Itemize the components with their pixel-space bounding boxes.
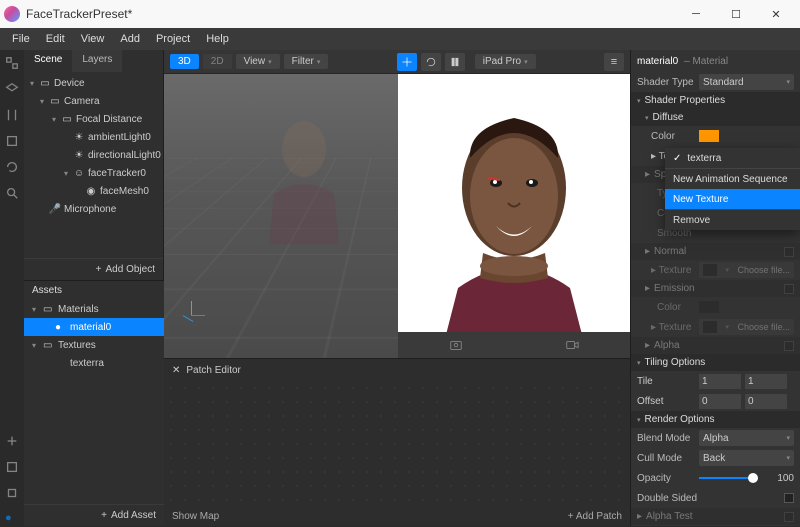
viewport-toolbar: 3D 2D View▾ Filter▾ iPad Pro▾ ≡	[164, 50, 630, 74]
section-emission[interactable]: ▸Emission	[631, 280, 800, 297]
assets-panel: Assets ▾▭Materials●material0▾▭Textureste…	[24, 280, 164, 526]
offset-y-input[interactable]	[745, 394, 787, 409]
window-title: FaceTrackerPreset*	[26, 7, 676, 21]
section-alpha-test[interactable]: ▸Alpha Test	[631, 508, 800, 525]
menu-item-texterra[interactable]: texterra	[665, 148, 800, 168]
asset-row[interactable]: texterra	[24, 354, 164, 372]
opacity-slider[interactable]: 100	[699, 473, 794, 484]
move-tool-icon[interactable]	[397, 53, 417, 71]
assets-header: Assets	[24, 281, 164, 300]
viewport-3d[interactable]	[164, 74, 630, 358]
scene-tree: ▾▭Device▾▭Camera▾▭Focal Distance☀ambient…	[24, 72, 163, 258]
patch-canvas[interactable]	[164, 381, 630, 505]
add-patch-button[interactable]: + Add Patch	[568, 511, 622, 522]
tree-row[interactable]: ▾☺faceTracker0	[24, 164, 163, 182]
export-icon[interactable]	[5, 460, 19, 474]
section-alpha[interactable]: ▸Alpha	[631, 337, 800, 354]
sliders-icon[interactable]	[5, 108, 19, 122]
record-icon[interactable]	[565, 338, 579, 352]
patch-title: Patch Editor	[186, 365, 240, 376]
tree-row[interactable]: ▾▭Device	[24, 74, 163, 92]
viewport-menu-icon[interactable]: ≡	[604, 53, 624, 71]
asset-row[interactable]: ●material0	[24, 318, 164, 336]
menu-add[interactable]: Add	[112, 33, 148, 45]
app-logo-icon	[4, 6, 20, 22]
mode-3d-button[interactable]: 3D	[170, 54, 199, 69]
close-button[interactable]: ✕	[756, 0, 796, 28]
tab-scene[interactable]: Scene	[24, 50, 72, 72]
notify-icon[interactable]: ●	[5, 512, 19, 526]
center-area: 3D 2D View▾ Filter▾ iPad Pro▾ ≡	[164, 50, 630, 526]
titlebar: FaceTrackerPreset* ─ ☐ ✕	[0, 0, 800, 28]
layers-icon[interactable]	[5, 82, 19, 96]
tab-layers[interactable]: Layers	[72, 50, 122, 72]
texture-dropdown-menu: texterra New Animation Sequence New Text…	[665, 148, 800, 230]
section-normal[interactable]: ▸Normal	[631, 243, 800, 260]
asset-row[interactable]: ▾▭Textures	[24, 336, 164, 354]
diffuse-color-swatch[interactable]	[699, 130, 719, 142]
mode-2d-button[interactable]: 2D	[203, 54, 232, 69]
double-sided-checkbox[interactable]	[784, 493, 794, 503]
preview-photo	[398, 74, 630, 332]
inspector-panel: material0– Material Shader Type Standard…	[630, 50, 800, 526]
tile-y-input[interactable]	[745, 374, 787, 389]
tree-row[interactable]: ◉faceMesh0	[24, 182, 163, 200]
hierarchy-icon[interactable]	[5, 56, 19, 70]
menu-item-new-texture[interactable]: New Texture	[665, 189, 800, 209]
pause-icon[interactable]	[445, 53, 465, 71]
capture-icon[interactable]	[449, 338, 463, 352]
asset-row[interactable]: ▾▭Materials	[24, 300, 164, 318]
left-rail: ●	[0, 50, 24, 526]
cube-icon[interactable]	[5, 134, 19, 148]
minimize-button[interactable]: ─	[676, 0, 716, 28]
menu-help[interactable]: Help	[198, 33, 237, 45]
refresh-icon[interactable]	[5, 160, 19, 174]
view-dropdown[interactable]: View▾	[236, 54, 280, 69]
show-map-button[interactable]: Show Map	[172, 511, 219, 522]
close-patch-icon[interactable]: ✕	[172, 365, 180, 376]
tree-row[interactable]: ☀ambientLight0	[24, 128, 163, 146]
menu-project[interactable]: Project	[148, 33, 198, 45]
add-object-button[interactable]: +Add Object	[24, 258, 163, 280]
scene-object	[254, 114, 354, 244]
shader-type-label: Shader Type	[637, 77, 699, 88]
section-render[interactable]: ▾Render Options	[631, 411, 800, 428]
tile-x-input[interactable]	[699, 374, 741, 389]
blend-mode-dropdown[interactable]: Alpha▾	[699, 430, 794, 446]
reset-view-icon[interactable]	[421, 53, 441, 71]
add-icon[interactable]	[5, 434, 19, 448]
section-shader-props[interactable]: ▾Shader Properties	[631, 92, 800, 109]
filter-dropdown[interactable]: Filter▾	[284, 54, 329, 69]
cull-mode-dropdown[interactable]: Back▾	[699, 450, 794, 466]
tree-row[interactable]: ▾▭Focal Distance	[24, 110, 163, 128]
inspector-title: material0	[637, 56, 678, 67]
section-tiling[interactable]: ▾Tiling Options	[631, 354, 800, 371]
test-icon[interactable]	[5, 486, 19, 500]
tree-row[interactable]: ☀directionalLight0	[24, 146, 163, 164]
menubar: File Edit View Add Project Help	[0, 28, 800, 50]
tree-row[interactable]: 🎤Microphone	[24, 200, 163, 218]
menu-file[interactable]: File	[4, 33, 38, 45]
patch-editor: ✕ Patch Editor Show Map + Add Patch	[164, 358, 630, 526]
menu-item-new-anim[interactable]: New Animation Sequence	[665, 169, 800, 189]
shader-type-dropdown[interactable]: Standard▾	[699, 74, 794, 90]
maximize-button[interactable]: ☐	[716, 0, 756, 28]
section-diffuse[interactable]: ▾Diffuse	[631, 109, 800, 126]
device-dropdown[interactable]: iPad Pro▾	[475, 54, 536, 69]
menu-view[interactable]: View	[73, 33, 113, 45]
scene-panel: Scene Layers ▾▭Device▾▭Camera▾▭Focal Dis…	[24, 50, 164, 280]
device-preview	[398, 74, 630, 358]
tree-row[interactable]: ▾▭Camera	[24, 92, 163, 110]
add-asset-button[interactable]: +Add Asset	[24, 504, 164, 526]
search-icon[interactable]	[5, 186, 19, 200]
menu-item-remove[interactable]: Remove	[665, 210, 800, 230]
offset-x-input[interactable]	[699, 394, 741, 409]
axes-gizmo-icon	[176, 300, 206, 330]
menu-edit[interactable]: Edit	[38, 33, 73, 45]
